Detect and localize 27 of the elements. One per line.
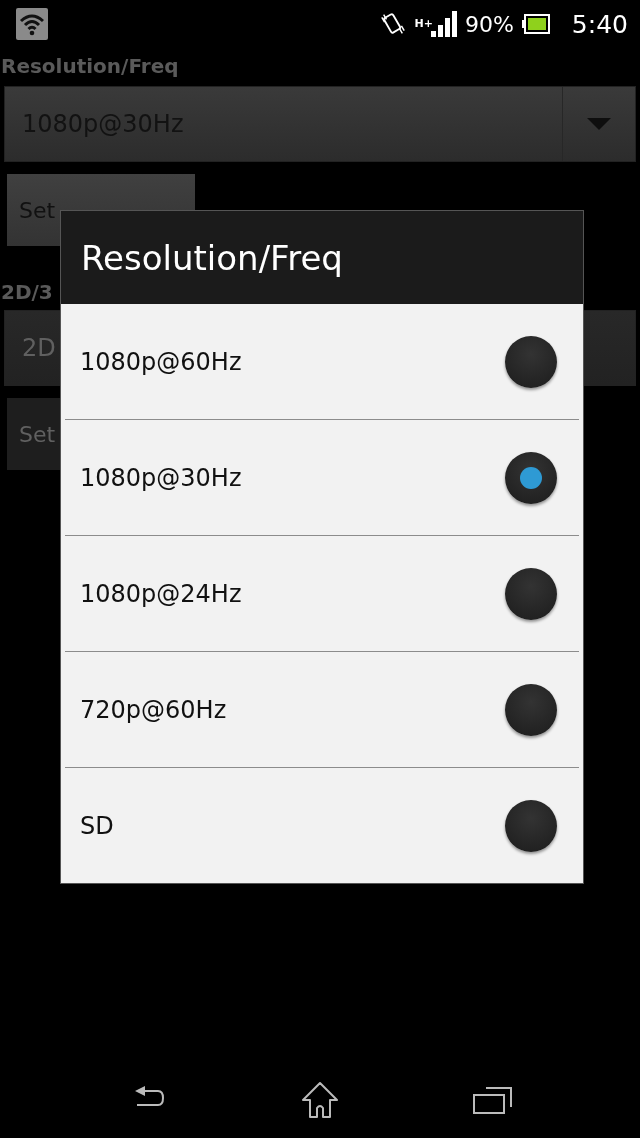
- recent-apps-icon[interactable]: [473, 1086, 514, 1114]
- option-row[interactable]: 1080p@24Hz: [65, 536, 579, 652]
- section-label: Resolution/Freq: [1, 54, 179, 78]
- radio-button[interactable]: [505, 335, 557, 388]
- home-icon[interactable]: [300, 1081, 340, 1119]
- network-type-label: H+: [414, 16, 433, 30]
- radio-button[interactable]: [505, 451, 557, 504]
- option-row[interactable]: 1080p@60Hz: [65, 304, 579, 420]
- wifi-icon: [16, 8, 48, 40]
- option-label: SD: [80, 811, 114, 840]
- clock: 5:40: [571, 9, 628, 39]
- dialog-title: Resolution/Freq: [61, 211, 583, 304]
- battery-percent: 90%: [464, 11, 514, 37]
- option-label: 1080p@24Hz: [80, 579, 242, 608]
- option-label: 720p@60Hz: [80, 695, 227, 724]
- radio-button[interactable]: [505, 567, 557, 620]
- option-row[interactable]: SD: [65, 768, 579, 883]
- caret-icon: [587, 118, 611, 130]
- option-row[interactable]: 720p@60Hz: [65, 652, 579, 768]
- option-row[interactable]: 1080p@30Hz: [65, 420, 579, 536]
- section-label: 2D/3: [1, 280, 53, 304]
- option-label: 1080p@30Hz: [80, 463, 242, 492]
- signal-icon: [430, 11, 457, 37]
- option-label: 1080p@60Hz: [80, 347, 242, 376]
- radio-button[interactable]: [505, 683, 557, 736]
- radio-button[interactable]: [505, 799, 557, 852]
- battery-icon: [521, 14, 550, 34]
